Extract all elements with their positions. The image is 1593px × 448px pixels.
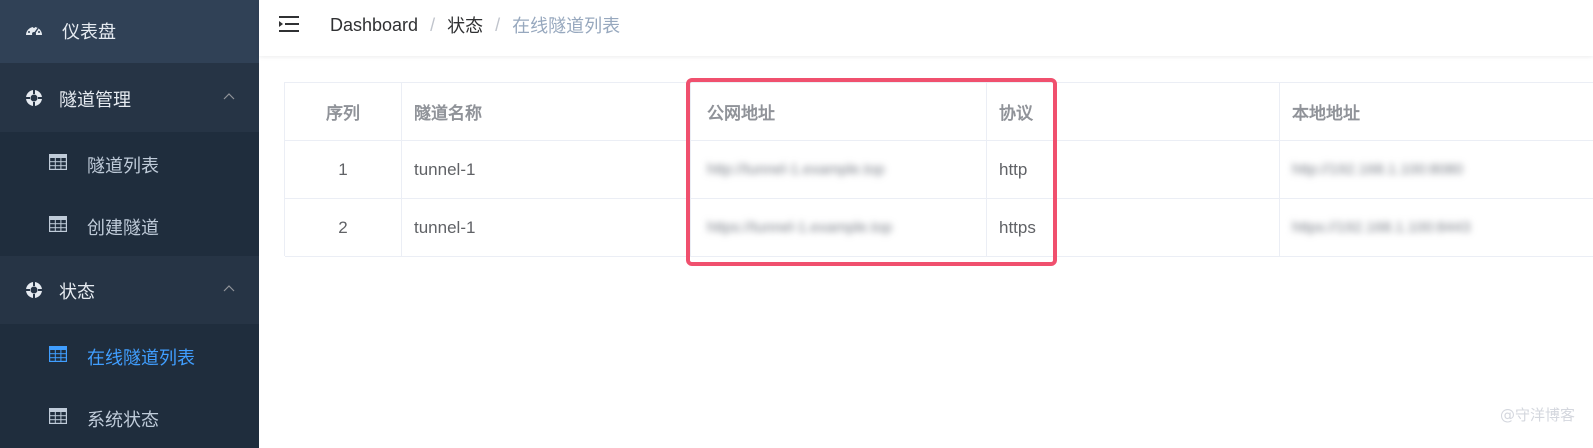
table-icon (49, 154, 67, 170)
table-row[interactable]: 1 tunnel-1 http://tunnel-1.example.top h… (285, 141, 1593, 199)
column-header-local-address: 本地地址 (1292, 104, 1360, 124)
sidebar-item-label: 隧道列表 (87, 156, 159, 177)
ring-icon (24, 88, 44, 108)
breadcrumb-current: 在线隧道列表 (512, 16, 621, 36)
navbar: Dashboard / 状态 / 在线隧道列表 (259, 0, 1593, 56)
cell-name: tunnel-1 (402, 199, 691, 256)
cell-index: 2 (285, 199, 402, 256)
menu-fold-icon[interactable] (279, 14, 301, 34)
dashboard-icon (24, 21, 44, 41)
cell-public-address: https://tunnel-1.example.top (691, 199, 987, 256)
breadcrumb-separator: / (430, 14, 436, 35)
sidebar: 仪表盘 隧道管理 隧道列表 创建隧道 状态 在线隧道列表 系统状态 (0, 0, 259, 448)
table-icon (49, 216, 67, 232)
sidebar-item-tunnel-list[interactable]: 隧道列表 (0, 132, 259, 194)
table-header-row: 序列 隧道名称 公网地址 协议 本地地址 (285, 83, 1593, 141)
tunnel-table: 序列 隧道名称 公网地址 协议 本地地址 1 tunnel-1 http://t… (284, 82, 1593, 257)
watermark: @守洋博客 (1499, 406, 1575, 424)
cell-name: tunnel-1 (402, 141, 691, 198)
column-header-name: 隧道名称 (402, 83, 691, 140)
cell-index: 1 (285, 141, 402, 198)
table-icon (49, 346, 67, 362)
breadcrumb-dashboard[interactable]: Dashboard (330, 15, 418, 36)
sidebar-item-tunnel-manage[interactable]: 隧道管理 (0, 63, 259, 132)
sidebar-item-label: 创建隧道 (87, 218, 159, 239)
sidebar-item-label: 在线隧道列表 (87, 348, 195, 369)
blurred-local-address: http://192.168.1.100:8080 (1292, 161, 1463, 178)
breadcrumb-status: 状态 (447, 16, 484, 36)
sidebar-item-label: 状态 (59, 282, 95, 303)
column-header-public-address: 公网地址 (691, 83, 987, 140)
table-row[interactable]: 2 tunnel-1 https://tunnel-1.example.top … (285, 199, 1593, 257)
breadcrumb-separator: / (495, 14, 501, 35)
column-header-protocol: 协议 (987, 83, 1057, 140)
column-header-index: 序列 (285, 83, 402, 140)
breadcrumb: Dashboard / 状态 / 在线隧道列表 (330, 12, 620, 38)
sidebar-item-label: 仪表盘 (62, 22, 116, 43)
chevron-up-icon[interactable] (223, 91, 235, 103)
sidebar-item-label: 系统状态 (87, 410, 159, 431)
cell-empty (1057, 199, 1280, 256)
cell-local-address: http://192.168.1.100:8080 (1280, 141, 1593, 198)
blurred-public-address: https://tunnel-1.example.top (707, 219, 893, 236)
table-icon (49, 408, 67, 424)
chevron-up-icon[interactable] (223, 283, 235, 295)
cell-empty (1057, 141, 1280, 198)
cell-protocol: http (987, 141, 1057, 198)
column-header-empty (1057, 83, 1280, 140)
blurred-public-address: http://tunnel-1.example.top (707, 161, 885, 178)
sidebar-item-dashboard[interactable]: 仪表盘 (0, 0, 259, 63)
sidebar-item-label: 隧道管理 (59, 90, 131, 111)
sidebar-item-system-status[interactable]: 系统状态 (0, 386, 259, 448)
cell-local-address: https://192.168.1.100:8443 (1280, 199, 1593, 256)
ring-icon (24, 280, 44, 300)
sidebar-item-create-tunnel[interactable]: 创建隧道 (0, 194, 259, 256)
sidebar-item-status[interactable]: 状态 (0, 256, 259, 324)
blurred-local-address: https://192.168.1.100:8443 (1292, 219, 1471, 236)
cell-protocol: https (987, 199, 1057, 256)
sidebar-item-online-tunnels[interactable]: 在线隧道列表 (0, 324, 259, 386)
cell-public-address: http://tunnel-1.example.top (691, 141, 987, 198)
